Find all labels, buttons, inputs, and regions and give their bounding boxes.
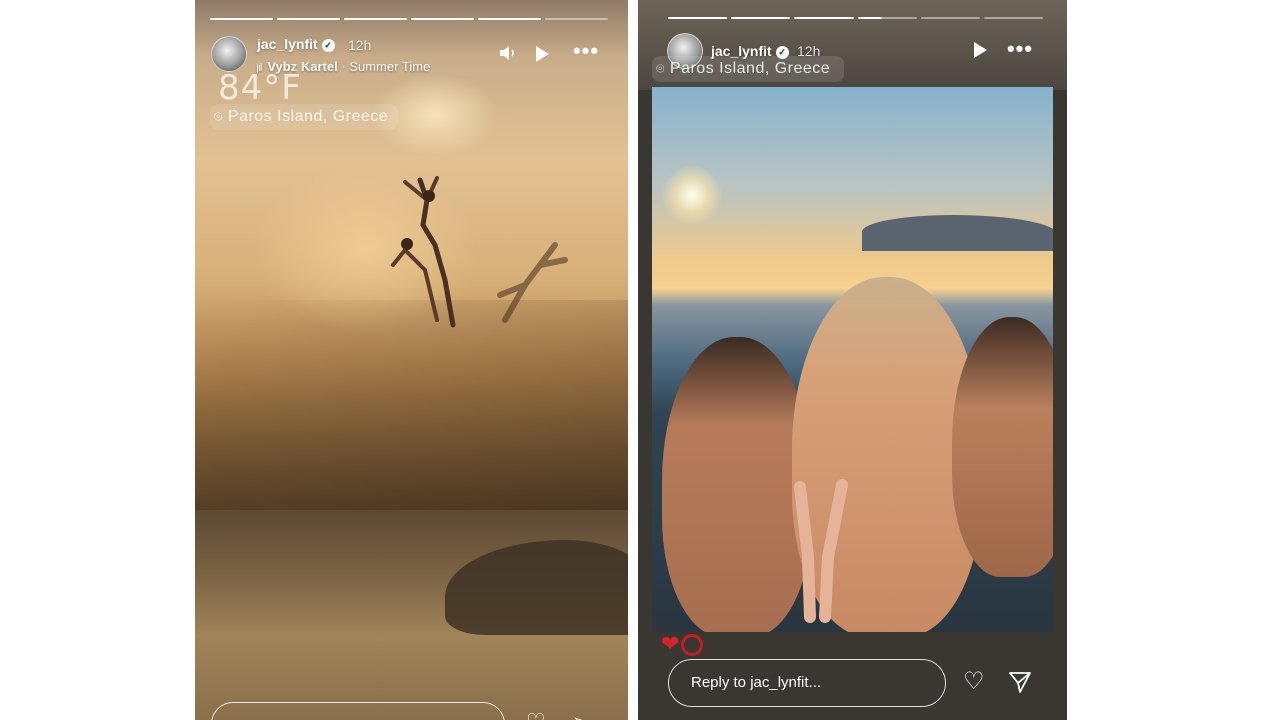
time-ago: 12h: [348, 37, 372, 53]
progress-segment: [545, 18, 608, 20]
progress-segment: [983, 17, 1044, 19]
temperature-sticker[interactable]: 84°F: [218, 68, 302, 108]
heart-icon[interactable]: ♡: [526, 710, 546, 720]
progress-segment: [920, 17, 980, 19]
peace-sign-hand: [794, 479, 848, 623]
story-progress-left: [210, 18, 608, 20]
location-text: Paros Island, Greece: [669, 60, 831, 77]
progress-segment: [478, 18, 541, 20]
progress-segment: [411, 18, 474, 20]
location-pin-icon: ⌾: [656, 60, 665, 76]
more-options-icon[interactable]: •••: [1006, 38, 1034, 60]
progress-segment: [668, 17, 728, 19]
reply-input[interactable]: Reply to jac_lynfit...: [668, 659, 946, 707]
story-right: [638, 0, 1067, 720]
username-text[interactable]: jac_lynfit: [257, 36, 318, 52]
play-icon[interactable]: [536, 46, 556, 62]
speaker-icon[interactable]: [497, 43, 519, 68]
progress-segment: [794, 17, 854, 19]
location-sticker[interactable]: ⌾ Paros Island, Greece: [210, 104, 399, 130]
location-pin-icon: ⌾: [214, 108, 223, 124]
red-ring-icon[interactable]: [681, 634, 704, 656]
sunset-sun: [662, 165, 722, 225]
music-track: Summer Time: [349, 59, 431, 74]
more-options-icon[interactable]: •••: [572, 40, 600, 62]
cliff-jumpers-figures: [391, 176, 456, 328]
red-heart-icon[interactable]: ❤: [661, 632, 679, 656]
play-icon[interactable]: [974, 42, 994, 58]
username[interactable]: jac_lynfit ✓: [257, 36, 335, 52]
progress-segment: [731, 17, 791, 19]
verified-badge-icon: ✓: [321, 38, 335, 52]
story-progress-right: [668, 17, 1044, 19]
distant-hills: [862, 215, 1053, 251]
location-text: Paros Island, Greece: [227, 108, 389, 125]
selfie-photo: [652, 87, 1053, 632]
progress-segment: [344, 18, 407, 20]
progress-segment-current: [857, 17, 917, 19]
progress-segment: [210, 18, 273, 20]
avatar[interactable]: [211, 36, 247, 72]
reply-input-partial[interactable]: [211, 702, 505, 720]
send-icon[interactable]: ➢: [572, 710, 589, 720]
send-icon[interactable]: [1008, 670, 1032, 699]
progress-segment: [277, 18, 340, 20]
music-separator: ·: [341, 59, 346, 74]
person-right: [952, 317, 1053, 577]
heart-icon[interactable]: ♡: [963, 670, 985, 694]
jumper-shadow: [497, 242, 568, 323]
location-sticker[interactable]: ⌾ Paros Island, Greece: [652, 56, 845, 82]
reaction-stickers: ❤: [661, 632, 704, 656]
